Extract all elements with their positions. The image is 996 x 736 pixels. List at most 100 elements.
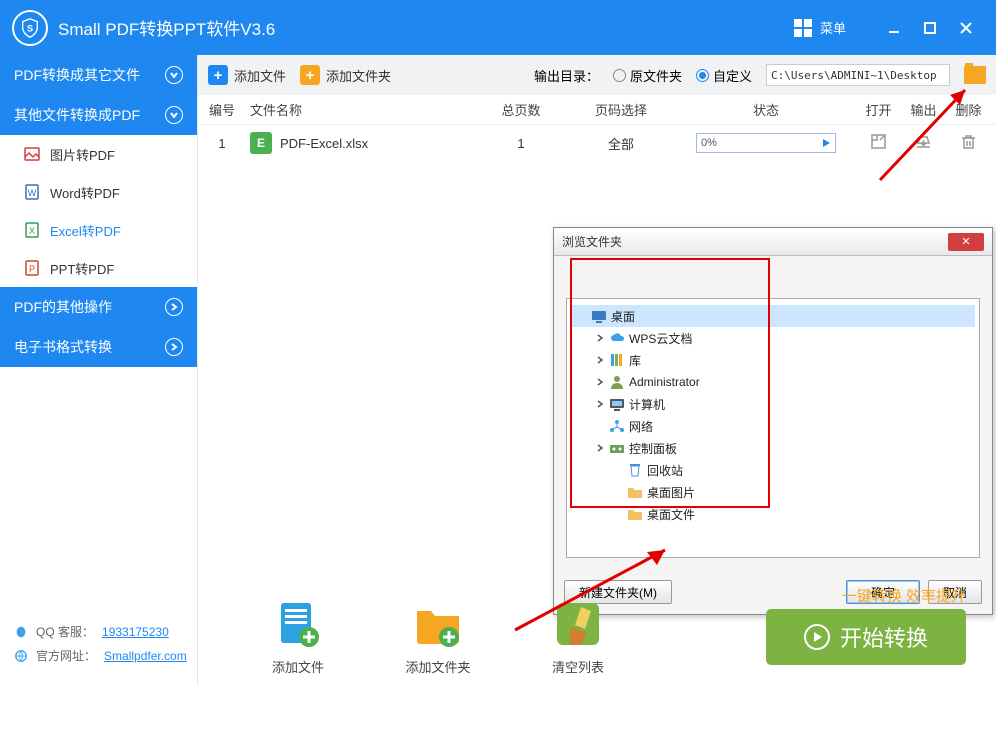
col-open: 打开 [856,100,901,119]
col-index: 编号 [198,100,246,119]
qq-icon [14,625,28,639]
ppt-icon: P [24,260,40,276]
sidebar-group-pdf-other-ops[interactable]: PDF的其他操作 [0,287,197,327]
broom-icon [551,597,605,651]
plus-icon: + [208,65,228,85]
start-convert-button[interactable]: 开始转换 [766,609,966,665]
svg-text:W: W [28,188,37,198]
tree-label: 控制面板 [629,440,677,457]
radio-label: 自定义 [713,66,752,85]
library-icon [609,352,625,368]
control-icon [609,440,625,456]
qq-label: QQ 客服： [36,620,94,644]
site-link[interactable]: Smallpdfer.com [104,644,187,668]
sidebar-item-ppt-to-pdf[interactable]: P PPT转PDF [0,249,197,287]
desktop-icon [591,308,607,324]
app-title: Small PDF转换PPT软件V3.6 [58,15,275,40]
button-label: 添加文件 [272,657,324,676]
svg-text:X: X [29,226,35,236]
grid-icon [794,19,812,37]
group-label: PDF的其他操作 [14,297,112,317]
word-icon: W [24,184,40,200]
tree-node[interactable]: Administrator [571,371,975,393]
recycle-icon [627,462,643,478]
dialog-close-button[interactable]: ✕ [948,233,984,251]
tree-label: Administrator [629,375,700,389]
browse-folder-button[interactable] [964,66,986,84]
output-button[interactable] [901,133,946,153]
table-row[interactable]: 1 E PDF-Excel.xlsx 1 全部 0% [198,125,996,161]
tree-node[interactable]: 桌面图片 [571,481,975,503]
bottom-add-folder[interactable]: 添加文件夹 [368,597,508,676]
sidebar-item-excel-to-pdf[interactable]: X Excel转PDF [0,211,197,249]
folder-tree[interactable]: 桌面 WPS云文档库 Administrator 计算机网络控制面板回收站桌面图片桌面… [566,298,980,558]
radio-custom-folder[interactable]: 自定义 [696,66,752,85]
expand-icon [595,355,605,365]
group-label: 其他文件转换成PDF [14,105,140,125]
chevron-down-icon [165,66,183,84]
maximize-button[interactable] [912,10,948,46]
tree-node[interactable]: 控制面板 [571,437,975,459]
add-file-button[interactable]: + 添加文件 [208,65,286,85]
sidebar-item-word-to-pdf[interactable]: W Word转PDF [0,173,197,211]
open-button[interactable] [856,133,901,153]
app-logo: S [12,10,48,46]
sidebar-item-image-to-pdf[interactable]: 图片转PDF [0,135,197,173]
minimize-button[interactable] [876,10,912,46]
bottom-clear-list[interactable]: 清空列表 [508,597,648,676]
radio-source-folder[interactable]: 原文件夹 [613,66,682,85]
tree-node[interactable]: 桌面文件 [571,503,975,525]
table-header: 编号 文件名称 总页数 页码选择 状态 打开 输出 删除 [198,95,996,125]
sidebar-group-ebook-convert[interactable]: 电子书格式转换 [0,327,197,367]
chevron-right-icon [165,298,183,316]
image-icon [24,146,40,162]
sidebar-group-other-to-pdf[interactable]: 其他文件转换成PDF [0,95,197,135]
main-area: + 添加文件 + 添加文件夹 输出目录： 原文件夹 自定义 编号 文件名称 总页… [198,55,996,686]
item-label: Word转PDF [50,183,120,202]
item-label: 图片转PDF [50,145,115,164]
tree-label: 桌面图片 [647,484,695,501]
group-label: 电子书格式转换 [14,337,112,357]
browse-folder-dialog: 浏览文件夹 ✕ 桌面 WPS云文档库 Administrator 计算机网络控制面板回… [553,227,993,615]
button-label: 添加文件夹 [405,657,470,676]
chevron-right-icon [165,338,183,356]
svg-text:S: S [27,23,33,33]
output-path-input[interactable] [766,64,950,86]
add-folder-button[interactable]: + 添加文件夹 [300,65,391,85]
expand-icon [595,377,605,387]
tree-label: WPS云文档 [629,330,692,347]
tree-node[interactable]: WPS云文档 [571,327,975,349]
tree-node[interactable]: 库 [571,349,975,371]
tree-node[interactable]: 回收站 [571,459,975,481]
tree-node[interactable]: 桌面 [571,305,975,327]
sidebar-group-pdf-to-other[interactable]: PDF转换成其它文件 [0,55,197,95]
tree-label: 库 [629,352,641,369]
user-icon [609,374,625,390]
qq-link[interactable]: 1933175230 [102,620,169,644]
col-state: 状态 [676,100,856,119]
tree-node[interactable]: 网络 [571,415,975,437]
cell-page-select[interactable]: 全部 [566,134,676,153]
expand-icon [595,443,605,453]
cell-index: 1 [198,136,246,151]
bottom-add-file[interactable]: 添加文件 [228,597,368,676]
tree-node[interactable]: 计算机 [571,393,975,415]
button-label: 开始转换 [840,621,928,653]
expand-icon [595,333,605,343]
menu-button[interactable]: 菜单 [794,18,846,37]
sidebar: PDF转换成其它文件 其他文件转换成PDF 图片转PDF W Word转PDF … [0,55,198,686]
plus-icon: + [300,65,320,85]
output-dir-label: 输出目录： [534,66,599,85]
excel-file-icon: E [250,132,272,154]
bottom-bar: 添加文件 添加文件夹 清空列表 开始转换 [198,597,996,676]
progress-bar[interactable]: 0% [696,133,836,153]
delete-button[interactable] [946,133,991,153]
dialog-titlebar[interactable]: 浏览文件夹 ✕ [554,228,992,256]
excel-icon: X [24,222,40,238]
close-button[interactable] [948,10,984,46]
cloud-icon [609,330,625,346]
folder-plus-icon [411,597,465,651]
network-icon [609,418,625,434]
expand-icon [595,399,605,409]
cell-pages: 1 [476,136,566,151]
